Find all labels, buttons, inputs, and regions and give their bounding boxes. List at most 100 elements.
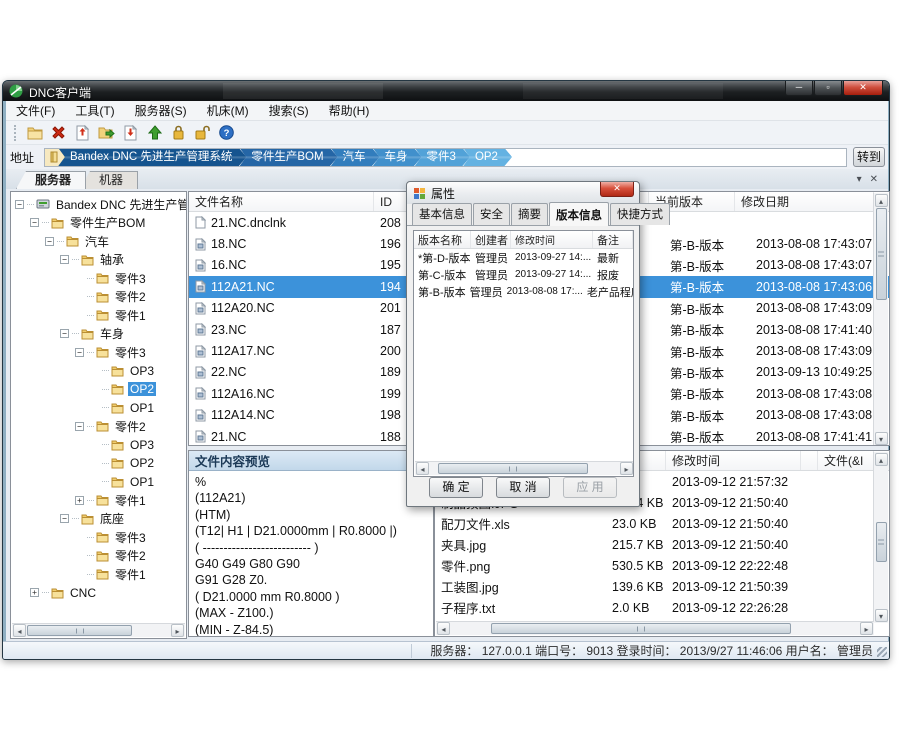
attachment-row[interactable]: 夹具.jpg215.7 KB2013-09-12 21:50:40 [435,534,889,555]
scroll-up-arrow[interactable]: ▴ [875,194,888,207]
tree-item[interactable]: 零件3 [11,269,186,288]
scroll-thumb[interactable] [876,208,887,300]
dialog-tab-安全[interactable]: 安全 [473,203,510,225]
scroll-left-arrow[interactable]: ◂ [437,622,450,635]
tree-item[interactable]: OP2 [11,454,186,473]
menu-item-帮助(H)[interactable]: 帮助(H) [319,100,380,121]
import-folder-icon[interactable] [98,124,115,141]
file-list-vscrollbar[interactable]: ▴ ▾ [873,193,888,446]
help-icon[interactable]: ? [218,124,235,141]
tree-item[interactable]: +零件1 [11,491,186,510]
view-tab-机器[interactable]: 机器 [80,171,138,189]
tree-expander-icon[interactable]: − [45,237,54,246]
tree-expander-icon[interactable]: − [60,255,69,264]
column-header-time[interactable]: 修改时间 [666,451,801,470]
attachment-row[interactable]: 配刀文件.xls23.0 KB2013-09-12 21:50:40 [435,513,889,534]
version-row[interactable]: *第-D-版本管理员2013-09-27 14:...最新 [414,249,633,266]
tree-item[interactable]: OP2 [11,380,186,399]
close-button[interactable]: ✕ [843,81,883,96]
checkout-file-icon[interactable] [122,124,139,141]
scroll-left-arrow[interactable]: ◂ [416,462,429,475]
ok-button[interactable]: 确 定 [429,477,483,498]
column-header-file[interactable]: 文件(&I [818,451,874,470]
attachment-vscrollbar[interactable]: ▴ ▾ [873,452,888,623]
dialog-tab-摘要[interactable]: 摘要 [511,203,548,225]
tree-item[interactable]: OP3 [11,436,186,455]
column-header-modified[interactable]: 修改时间 [511,231,593,248]
version-row[interactable]: 第-C-版本管理员2013-09-27 14:...报废 [414,266,633,283]
tree-item[interactable]: −轴承 [11,251,186,270]
view-tab-服务器[interactable]: 服务器 [16,171,86,189]
delete-icon[interactable] [50,124,67,141]
attachment-hscrollbar[interactable]: ◂ ▸ [436,621,874,635]
scroll-thumb[interactable] [438,463,588,474]
tree-expander-icon[interactable]: − [60,514,69,523]
scroll-thumb[interactable] [491,623,791,634]
dialog-tab-快捷方式[interactable]: 快捷方式 [610,203,670,225]
column-header-creator[interactable]: 创建者 [471,231,511,248]
breadcrumb-segment[interactable]: 零件生产BOM [239,148,337,167]
column-header-version-name[interactable]: 版本名称 [414,231,471,248]
tree-expander-icon[interactable]: − [60,329,69,338]
tree-item[interactable]: −车身 [11,325,186,344]
menu-item-工具(T)[interactable]: 工具(T) [65,100,124,121]
dialog-close-button[interactable]: ✕ [600,182,634,197]
new-folder-icon[interactable] [26,124,43,141]
scroll-thumb[interactable] [876,522,887,562]
scroll-right-arrow[interactable]: ▸ [860,622,873,635]
breadcrumb-segment[interactable]: 车身 [373,148,422,167]
unlock-icon[interactable] [194,124,211,141]
tree-item[interactable]: OP1 [11,473,186,492]
attachment-row[interactable]: 子程序.txt2.0 KB2013-09-12 22:26:28 [435,597,889,618]
breadcrumb-segment[interactable]: 汽车 [331,148,380,167]
scroll-right-arrow[interactable]: ▸ [620,462,633,475]
menu-item-机床(M)[interactable]: 机床(M) [197,100,259,121]
tab-list-caret-icon[interactable]: ▾ [857,174,862,185]
menu-item-搜索(S)[interactable]: 搜索(S) [259,100,319,121]
scroll-thumb[interactable] [27,625,132,636]
dialog-tab-基本信息[interactable]: 基本信息 [412,203,472,225]
breadcrumb-segment[interactable]: 零件3 [415,148,470,167]
tree-expander-icon[interactable]: + [75,496,84,505]
tree-item[interactable]: OP3 [11,362,186,381]
version-list-hscrollbar[interactable]: ◂ ▸ [415,461,634,475]
column-header-date[interactable]: 修改日期 [735,192,874,211]
dialog-title-bar[interactable]: 属性 ✕ [407,182,639,204]
scroll-down-arrow[interactable]: ▾ [875,432,888,445]
tree-item[interactable]: 零件1 [11,565,186,584]
tab-close-icon[interactable]: ✕ [870,174,878,185]
column-header-name[interactable]: 文件名称 [189,192,374,211]
tree-expander-icon[interactable]: − [30,218,39,227]
tree-hscrollbar[interactable]: ◂ ▸ [12,623,185,637]
tree-item[interactable]: OP1 [11,399,186,418]
breadcrumb[interactable]: Bandex DNC 先进生产管理系统零件生产BOM汽车车身零件3OP2 [44,148,847,167]
version-row[interactable]: 第-B-版本管理员2013-08-08 17:...老产品程序 [414,283,633,300]
tree-item[interactable]: −Bandex DNC 先进生产管理系统 [11,195,186,214]
minimize-button[interactable]: ─ [785,81,813,96]
tree-expander-icon[interactable]: − [75,422,84,431]
lock-icon[interactable] [170,124,187,141]
upload-icon[interactable] [146,124,163,141]
tree-item[interactable]: −零件3 [11,343,186,362]
tree-item[interactable]: 零件1 [11,306,186,325]
tree-expander-icon[interactable]: − [75,348,84,357]
cancel-button[interactable]: 取 消 [496,477,550,498]
tree-item[interactable]: 零件2 [11,288,186,307]
scroll-right-arrow[interactable]: ▸ [171,624,184,637]
breadcrumb-segment[interactable]: OP2 [463,148,512,167]
tree-item[interactable]: 零件2 [11,547,186,566]
checkin-file-icon[interactable] [74,124,91,141]
attachment-row[interactable]: 零件.png530.5 KB2013-09-12 22:22:48 [435,555,889,576]
dialog-tab-版本信息[interactable]: 版本信息 [549,202,609,226]
tree-expander-icon[interactable]: − [15,200,24,209]
maximize-button[interactable]: ▫ [814,81,842,96]
scroll-up-arrow[interactable]: ▴ [875,453,888,466]
menu-item-服务器(S)[interactable]: 服务器(S) [125,100,197,121]
tree-item[interactable]: −汽车 [11,232,186,251]
scroll-left-arrow[interactable]: ◂ [13,624,26,637]
resize-grip[interactable] [877,647,887,657]
column-header-note[interactable]: 备注 [593,231,633,248]
tree-item[interactable]: −底座 [11,510,186,529]
tree-expander-icon[interactable]: + [30,588,39,597]
tree-item[interactable]: 零件3 [11,528,186,547]
